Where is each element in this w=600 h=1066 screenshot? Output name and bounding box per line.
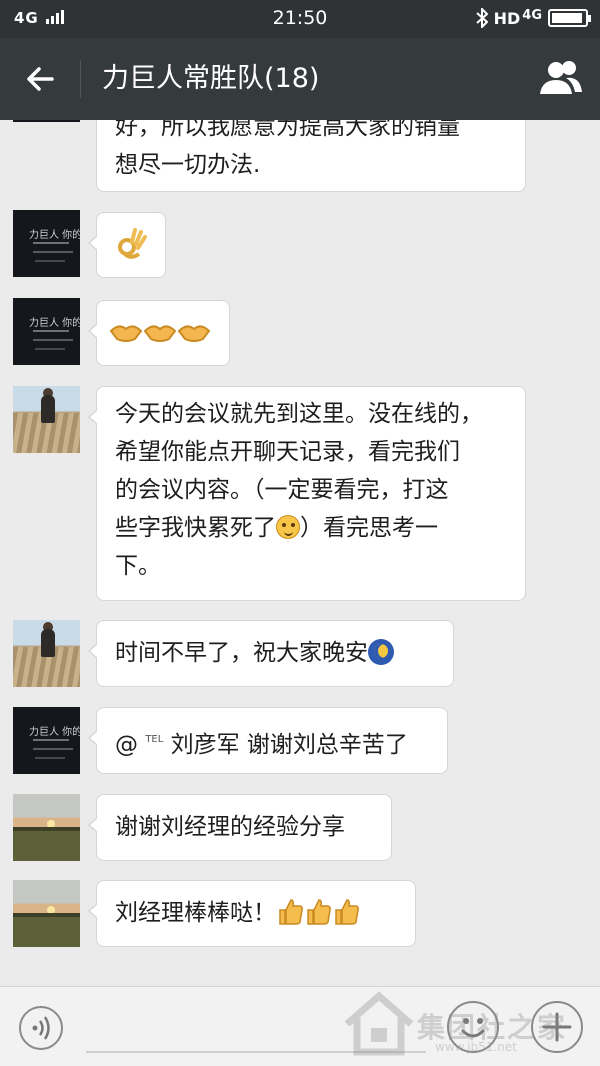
avatar[interactable]: 力巨人 你的荣 bbox=[13, 707, 80, 774]
voice-button[interactable] bbox=[19, 1006, 63, 1050]
message-text: 刘彦军 谢谢刘总辛苦了 bbox=[170, 732, 408, 758]
moon-emoji bbox=[368, 639, 394, 665]
message-list[interactable]: 好，所以我愿意为提高大家的销量 想尽一切办法. 力巨人 你的荣 力巨人 你的荣 bbox=[0, 120, 600, 986]
handshake-emoji bbox=[109, 325, 211, 351]
message-bubble[interactable] bbox=[88, 300, 230, 366]
message-bubble[interactable]: 刘经理棒棒哒！ bbox=[88, 880, 416, 947]
message-text: 刘经理棒棒哒！ bbox=[115, 900, 276, 926]
header-divider bbox=[80, 60, 81, 98]
message-text: 时间不早了，祝大家晚安 bbox=[115, 640, 368, 666]
avatar[interactable] bbox=[13, 620, 80, 687]
thumbs-up-emoji bbox=[276, 899, 360, 926]
group-members-icon bbox=[540, 61, 582, 94]
chat-header: 力巨人常胜队(18) bbox=[0, 38, 600, 120]
emoji-button[interactable] bbox=[447, 1001, 499, 1053]
message-text: 谢谢刘经理的经验分享 bbox=[115, 814, 345, 840]
network-type-right: 4G bbox=[522, 7, 542, 23]
message-text: 想尽一切办法. bbox=[115, 152, 261, 178]
mention-symbol: @ bbox=[115, 732, 138, 758]
hd-label: HD bbox=[493, 8, 521, 28]
mention-tag: TEL bbox=[145, 734, 164, 745]
message-bubble[interactable] bbox=[88, 212, 166, 278]
message-text: 希望你能点开聊天记录，看完我们 bbox=[115, 439, 460, 465]
avatar[interactable]: 力巨人 你的荣 bbox=[13, 298, 80, 365]
battery-icon bbox=[548, 9, 591, 27]
avatar-text: 力巨人 你的荣 bbox=[29, 318, 80, 329]
message-bubble[interactable]: 好，所以我愿意为提高大家的销量 想尽一切办法. bbox=[96, 120, 526, 192]
message-bubble[interactable]: 时间不早了，祝大家晚安 bbox=[88, 620, 454, 687]
message-text: 好，所以我愿意为提高大家的销量 bbox=[115, 120, 460, 140]
avatar[interactable]: 力巨人 你的荣 bbox=[13, 210, 80, 277]
bluetooth-icon bbox=[475, 8, 488, 28]
message-input[interactable] bbox=[86, 1005, 426, 1053]
avatar-text: 力巨人 你的荣 bbox=[29, 727, 80, 738]
avatar[interactable] bbox=[13, 120, 80, 122]
message-text: 今天的会议就先到这里。没在线的， bbox=[115, 401, 483, 427]
message-bubble[interactable]: 今天的会议就先到这里。没在线的， 希望你能点开聊天记录，看完我们 的会议内容。（… bbox=[88, 386, 526, 601]
plus-icon bbox=[542, 1012, 572, 1042]
ok-hand-emoji bbox=[118, 228, 147, 259]
avatar-text: 力巨人 你的荣 bbox=[29, 230, 80, 241]
status-icons: HD 4G bbox=[475, 7, 591, 28]
avatar[interactable] bbox=[13, 880, 80, 947]
group-members-button[interactable] bbox=[536, 58, 586, 100]
message-text: 的会议内容。（一定要看完，打这 bbox=[115, 477, 449, 503]
smiling-face-emoji bbox=[276, 515, 300, 539]
voice-icon bbox=[32, 1016, 50, 1040]
chat-title: 力巨人常胜队(18) bbox=[102, 63, 320, 94]
input-bar bbox=[0, 986, 600, 1066]
message-text: 些字我快累死了 bbox=[115, 515, 276, 541]
message-text: 下。 bbox=[115, 553, 161, 579]
message-bubble[interactable]: 谢谢刘经理的经验分享 bbox=[88, 794, 392, 861]
back-button[interactable] bbox=[22, 60, 62, 98]
arrow-left-icon bbox=[27, 67, 54, 91]
status-bar: 4G 21:50 HD 4G bbox=[0, 0, 600, 38]
more-button[interactable] bbox=[531, 1001, 583, 1053]
message-bubble[interactable]: @ TEL 刘彦军 谢谢刘总辛苦了 bbox=[88, 707, 448, 774]
avatar[interactable] bbox=[13, 794, 80, 861]
message-text: ）看完思考一 bbox=[300, 515, 438, 541]
avatar[interactable] bbox=[13, 386, 80, 453]
smiley-icon bbox=[461, 1018, 485, 1038]
